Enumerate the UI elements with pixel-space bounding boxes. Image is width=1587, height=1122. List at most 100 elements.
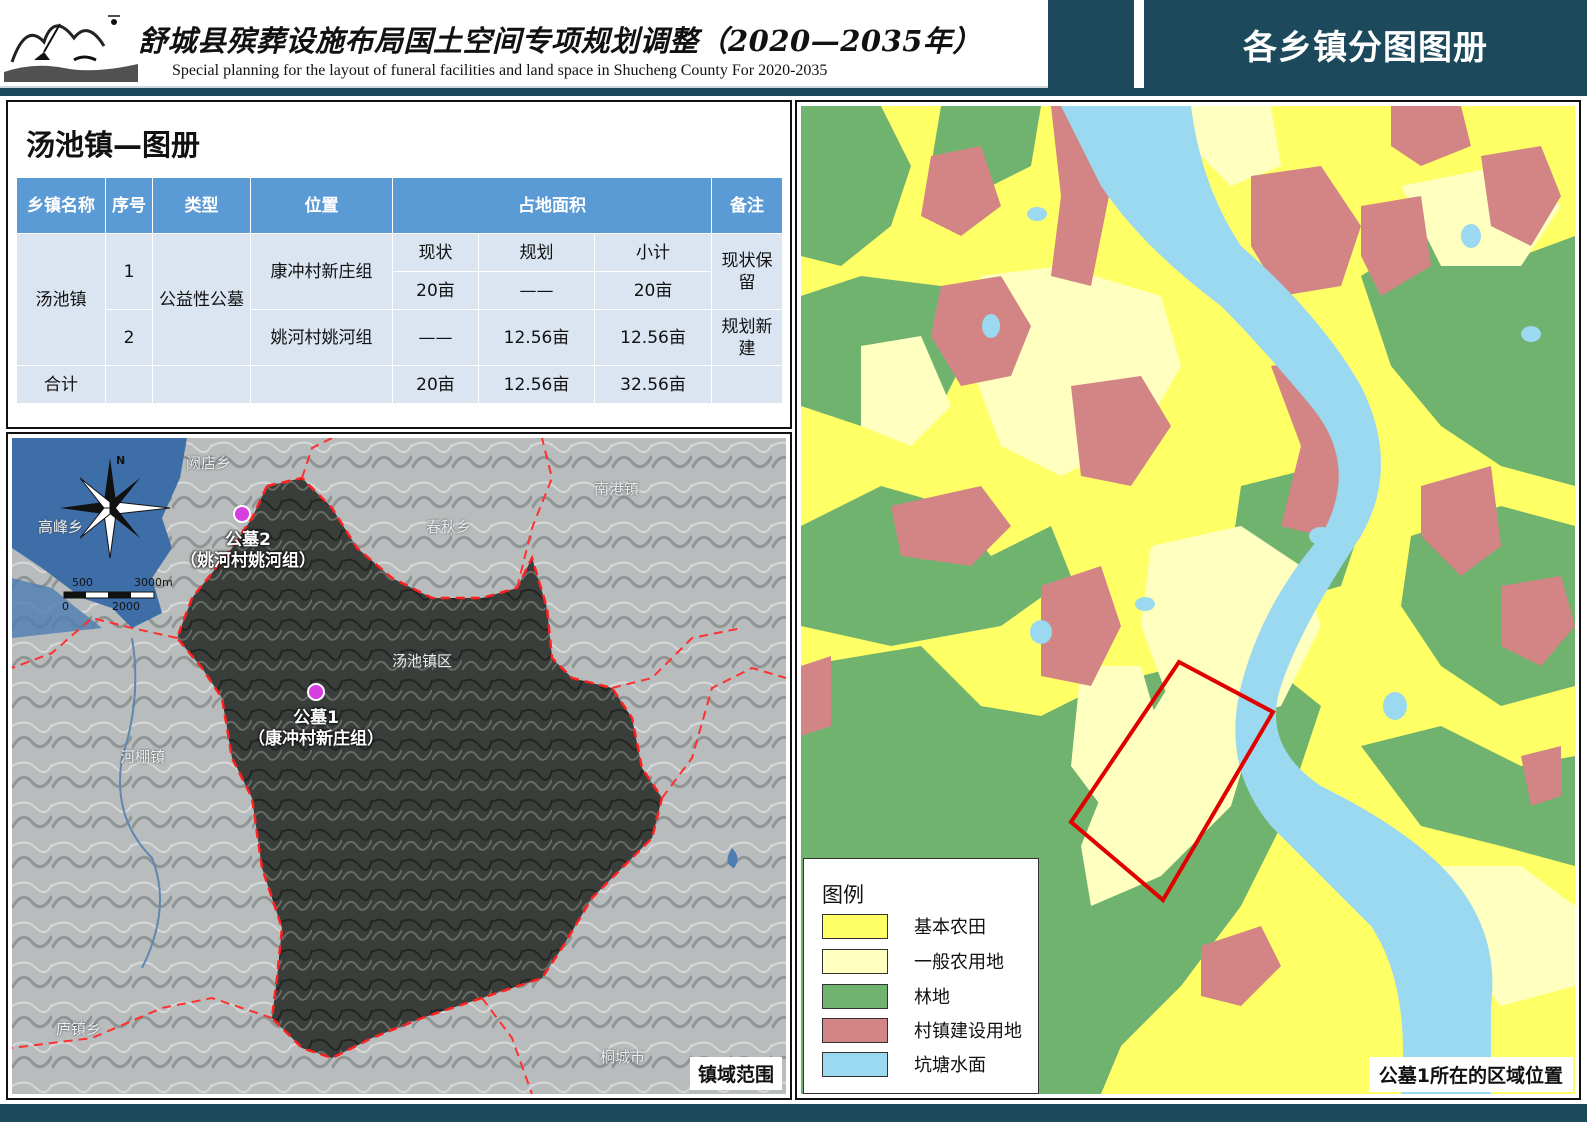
- scale-bar: [63, 591, 155, 599]
- cemetery-2-label: 公墓2 （姚河村姚河组）: [180, 530, 316, 572]
- legend-label: 基本农田: [914, 917, 986, 938]
- pond-water: [1383, 692, 1407, 720]
- cell-town: 汤池镇: [16, 233, 106, 366]
- pond-water: [1461, 224, 1481, 248]
- cemetery-2-name: 公墓2: [225, 530, 271, 550]
- landuse-corner-label: 公墓1所在的区域位置: [1368, 1057, 1573, 1092]
- col-note: 备注: [711, 177, 784, 234]
- header-gap: [1134, 0, 1144, 88]
- legend-item: 村镇建设用地: [822, 1017, 1022, 1043]
- place-label: 春秋乡: [426, 518, 472, 536]
- table-row: 2 姚河村姚河组 —— 12.56亩 12.56亩 规划新建: [17, 309, 784, 366]
- sub-head-current: 现状: [392, 233, 479, 272]
- landuse-map-panel: 图例 基本农田 一般农用地 林地 村镇建设用地 坑塘水面 公墓1所在的区域位置: [795, 100, 1581, 1100]
- place-label: 阙店乡: [186, 454, 232, 472]
- legend-item: 林地: [822, 983, 950, 1009]
- cell-seq-2: 2: [105, 309, 153, 366]
- compass-north-letter: N: [116, 454, 126, 467]
- header-section-box: 各乡镇分图图册: [1144, 0, 1587, 88]
- cemetery-1-label: 公墓1 （康冲村新庄组）: [248, 708, 384, 750]
- pond-water: [1309, 527, 1333, 545]
- header-divider-block: [1048, 0, 1134, 88]
- legend-swatch: [822, 983, 888, 1009]
- legend-item: 一般农用地: [822, 948, 1004, 974]
- legend-swatch: [822, 913, 888, 939]
- section-title: 各乡镇分图图册: [1243, 27, 1488, 68]
- place-label: 桐城市: [600, 1048, 646, 1066]
- cell-total-label: 合计: [16, 365, 106, 404]
- header-title-en: Special planning for the layout of funer…: [172, 62, 828, 79]
- cemetery-1-location: （康冲村新庄组）: [248, 729, 384, 749]
- satellite-corner-label: 镇域范围: [689, 1057, 782, 1090]
- col-town: 乡镇名称: [16, 177, 106, 234]
- legend-swatch: [822, 948, 888, 974]
- col-area: 占地面积: [391, 177, 713, 234]
- cemetery-1-marker[interactable]: [307, 683, 325, 701]
- satellite-map-panel: 阙店乡 高峰乡 南港镇 春秋乡 汤池镇区 河棚镇 庐镇乡 桐城市 N 500 3…: [6, 432, 792, 1100]
- legend-item: 基本农田: [822, 913, 986, 939]
- cell-total-empty: [105, 365, 153, 404]
- place-label: 庐镇乡: [56, 1020, 102, 1038]
- table-total-row: 合计 20亩 12.56亩 32.56亩: [16, 365, 784, 404]
- legend-title: 图例: [822, 883, 864, 907]
- place-label: 高峰乡: [38, 518, 84, 536]
- cell-planned-2: 12.56亩: [478, 309, 595, 366]
- pond-water: [1135, 597, 1155, 611]
- cell-location-2: 姚河村姚河组: [250, 309, 393, 366]
- col-location: 位置: [250, 177, 393, 234]
- cell-current-2: ——: [392, 309, 479, 366]
- cell-planned-1: ——: [478, 271, 595, 310]
- legend-label: 村镇建设用地: [914, 1021, 1022, 1042]
- scale-label: 0: [62, 600, 69, 613]
- cell-total-planned: 12.56亩: [478, 365, 595, 404]
- cell-location-1: 康冲村新庄组: [250, 233, 393, 310]
- scale-label: 500: [72, 576, 93, 589]
- panel-title: 汤池镇—图册: [26, 128, 201, 162]
- cemetery-1-name: 公墓1: [293, 708, 339, 728]
- place-label: 汤池镇区: [392, 652, 453, 670]
- cell-total-empty: [250, 365, 393, 404]
- col-seq: 序号: [105, 177, 153, 234]
- map-legend: 图例 基本农田 一般农用地 林地 村镇建设用地 坑塘水面: [803, 858, 1039, 1094]
- pond-water: [1521, 326, 1541, 342]
- cemetery-2-marker[interactable]: [233, 505, 251, 523]
- legend-item: 坑塘水面: [822, 1051, 986, 1077]
- ink-landscape-logo-icon: [4, 15, 138, 82]
- sub-head-planned: 规划: [478, 233, 595, 272]
- legend-label: 坑塘水面: [914, 1055, 986, 1076]
- pond-water: [1027, 207, 1047, 221]
- pond-water: [1030, 620, 1052, 644]
- cemetery-2-location: （姚河村姚河组）: [180, 551, 316, 571]
- table-panel: 汤池镇—图册 乡镇名称 序号 类型 位置 占地面积 备注 汤池镇 1 公益性公墓…: [6, 100, 792, 429]
- cell-subtotal-1: 20亩: [593, 271, 713, 310]
- legend-swatch: [822, 1017, 888, 1043]
- cell-total-current: 20亩: [392, 365, 479, 404]
- table-row: 汤池镇 1 公益性公墓 康冲村新庄组 现状 规划 小计 现状保留: [16, 233, 784, 366]
- village-construction-area: [801, 656, 831, 736]
- cell-seq-1: 1: [105, 233, 153, 310]
- legend-swatch: [822, 1051, 888, 1077]
- scale-label: 2000: [112, 600, 140, 613]
- cemetery-plan-table: 乡镇名称 序号 类型 位置 占地面积 备注 汤池镇 1 公益性公墓 康冲村新庄组…: [16, 177, 784, 404]
- cell-total-empty: [152, 365, 251, 404]
- cell-type: 公益性公墓: [152, 233, 251, 366]
- cell-note-1: 现状保留: [711, 233, 784, 310]
- col-type: 类型: [152, 177, 251, 234]
- place-label: 南港镇: [594, 480, 640, 498]
- legend-label: 一般农用地: [914, 952, 1004, 973]
- footer-bar: [0, 1104, 1587, 1122]
- sub-head-subtotal: 小计: [593, 233, 713, 272]
- header-banner: 舒城县殡葬设施布局国土空间专项规划调整（2020—2035年） Special …: [0, 0, 1048, 88]
- pond-water: [982, 314, 1000, 338]
- cell-total-subtotal: 32.56亩: [593, 365, 713, 404]
- scale-label: 3000m: [134, 576, 173, 589]
- header-title-cn: 舒城县殡葬设施布局国土空间专项规划调整（2020—2035年）: [138, 24, 982, 58]
- cell-total-empty: [711, 365, 784, 404]
- table-header-row: 乡镇名称 序号 类型 位置 占地面积 备注: [16, 177, 784, 234]
- cell-subtotal-2: 12.56亩: [593, 309, 713, 366]
- legend-label: 林地: [914, 987, 950, 1008]
- header-underline-bar: [0, 88, 1587, 96]
- cell-note-2: 规划新建: [711, 309, 784, 366]
- place-label: 河棚镇: [120, 748, 166, 766]
- cell-current-1: 20亩: [392, 271, 479, 310]
